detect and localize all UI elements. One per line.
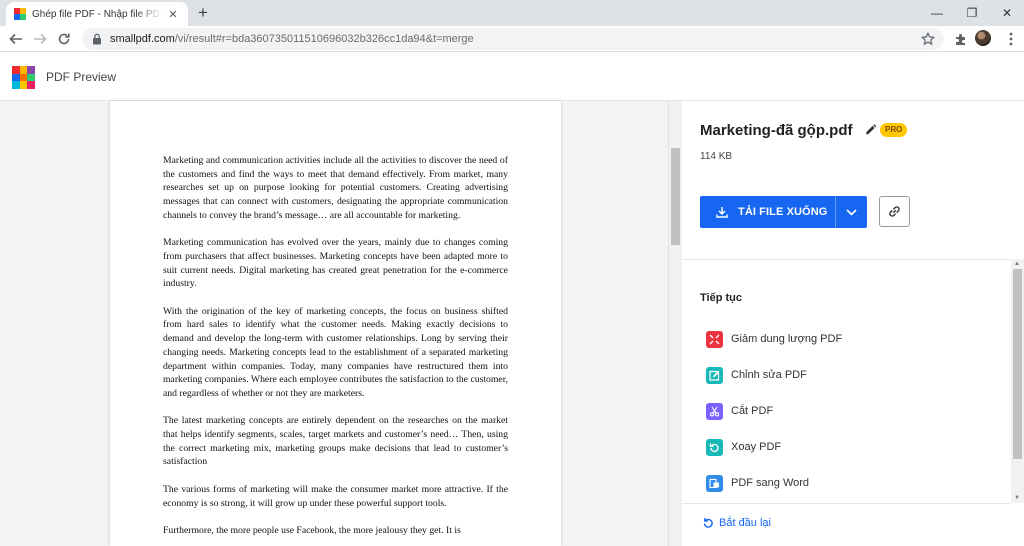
window-minimize-button[interactable]: —: [920, 0, 954, 26]
panel-divider: [682, 259, 1024, 260]
edit-icon: [706, 366, 723, 384]
logo-cell: [27, 73, 35, 82]
tool-edit-pdf[interactable]: Chỉnh sửa PDF: [706, 366, 807, 384]
logo-cell: [12, 66, 20, 74]
tool-rotate-pdf[interactable]: Xoay PDF: [706, 438, 781, 456]
browser-tab-strip: Ghép file PDF - Nhập file PDF trực tuyến…: [0, 0, 1024, 26]
scroll-down-arrow-icon[interactable]: ▼: [1014, 495, 1020, 501]
pdf-paragraph: Marketing and communication activities i…: [163, 155, 508, 221]
pdf-page: Marketing and communication activities i…: [110, 101, 561, 546]
tool-label: Giảm dung lượng PDF: [731, 333, 843, 345]
word-icon: [706, 474, 723, 492]
pencil-edit-icon[interactable]: [864, 123, 876, 137]
window-restore-button[interactable]: ❐: [955, 0, 989, 26]
pro-badge: PRO: [880, 123, 908, 137]
address-bar[interactable]: smallpdf.com/vi/result#r=bda360735011510…: [82, 28, 944, 50]
tool-label: Chỉnh sửa PDF: [731, 369, 807, 381]
preview-scrollbar[interactable]: [669, 101, 682, 546]
url-host: smallpdf.com: [110, 33, 175, 45]
tool-label: Cắt PDF: [731, 405, 774, 417]
bookmark-star-icon[interactable]: [920, 31, 936, 47]
start-over-label: Bắt đầu lại: [719, 517, 771, 529]
forward-button[interactable]: [30, 29, 50, 49]
reload-icon: [58, 33, 70, 45]
more-menu-icon[interactable]: [1002, 30, 1020, 48]
panel-bottom-divider: [682, 503, 1011, 504]
url-text: smallpdf.com/vi/result#r=bda360735011510…: [110, 33, 474, 45]
preview-scrollbar-thumb[interactable]: [671, 148, 680, 245]
back-button[interactable]: [6, 29, 26, 49]
new-tab-button[interactable]: +: [194, 4, 212, 22]
logo-cell: [19, 81, 28, 89]
rotate-icon: [706, 438, 723, 456]
continue-section-title: Tiếp tục: [700, 292, 742, 304]
download-icon: [716, 207, 728, 218]
tool-label: PDF sang Word: [731, 477, 810, 489]
download-button-group: TẢI FILE XUỐNG: [700, 196, 867, 228]
arrow-left-icon: [9, 33, 22, 45]
browser-toolbar: smallpdf.com/vi/result#r=bda360735011510…: [0, 26, 1024, 52]
file-size: 114 KB: [700, 151, 733, 162]
panel-scrollbar[interactable]: ▲ ▼: [1011, 259, 1024, 503]
logo-cell: [27, 66, 35, 74]
scroll-up-arrow-icon[interactable]: ▲: [1014, 261, 1020, 267]
download-label: TẢI FILE XUỐNG: [738, 206, 828, 218]
window-close-button[interactable]: ✕: [990, 0, 1024, 26]
start-over-link[interactable]: Bắt đầu lại: [702, 517, 771, 529]
panel-scrollbar-thumb[interactable]: [1013, 269, 1022, 459]
restart-icon: [703, 518, 713, 528]
pdf-paragraph: Furthermore, the more people use Faceboo…: [163, 524, 461, 536]
url-path: /vi/result#r=bda360735011510696032b326cc…: [174, 33, 474, 45]
pdf-paragraph: Marketing communication has evolved over…: [163, 237, 508, 290]
logo-cell: [19, 66, 28, 74]
scissors-icon: [706, 402, 723, 420]
tool-split-pdf[interactable]: Cắt PDF: [706, 402, 773, 420]
tab-title: Ghép file PDF - Nhập file PDF trực tuyến: [32, 8, 162, 20]
reload-button[interactable]: [54, 29, 74, 49]
lock-icon: [90, 32, 104, 46]
download-button[interactable]: TẢI FILE XUỐNG: [700, 196, 835, 228]
file-name: Marketing-đã gộp.pdf: [700, 122, 853, 139]
logo-cell: [19, 73, 28, 82]
logo-cell: [12, 73, 20, 82]
copy-link-button[interactable]: [879, 196, 910, 227]
arrow-right-icon: [34, 33, 47, 45]
browser-tab[interactable]: Ghép file PDF - Nhập file PDF trực tuyến…: [6, 2, 188, 26]
smallpdf-favicon-icon: [14, 8, 26, 20]
pdf-paragraph: With the origination of the key of marke…: [163, 305, 508, 399]
pdf-preview-area: Marketing and communication activities i…: [0, 101, 669, 546]
tool-label: Xoay PDF: [731, 441, 782, 453]
app-title: PDF Preview: [46, 70, 117, 84]
compress-icon: [706, 330, 723, 348]
extensions-puzzle-icon[interactable]: [952, 30, 970, 48]
smallpdf-logo-icon[interactable]: [12, 66, 35, 89]
chevron-down-icon: [846, 208, 857, 216]
tool-pdf-to-word[interactable]: PDF sang Word: [706, 474, 809, 492]
tab-close-icon[interactable]: ✕: [166, 8, 180, 21]
profile-avatar[interactable]: [975, 30, 991, 46]
pdf-page-text: Marketing and communication activities i…: [163, 154, 508, 546]
result-panel: Marketing-đã gộp.pdf PRO 114 KB TẢI FILE…: [682, 101, 1024, 546]
pdf-paragraph: The latest marketing concepts are entire…: [163, 415, 508, 468]
logo-cell: [12, 81, 20, 89]
app-header: PDF Preview: [0, 53, 1024, 101]
logo-cell: [27, 81, 35, 89]
link-icon: [889, 206, 900, 217]
tool-compress-pdf[interactable]: Giảm dung lượng PDF: [706, 330, 842, 348]
pdf-paragraph: The various forms of marketing will make…: [163, 483, 508, 509]
download-options-dropdown[interactable]: [836, 196, 867, 228]
